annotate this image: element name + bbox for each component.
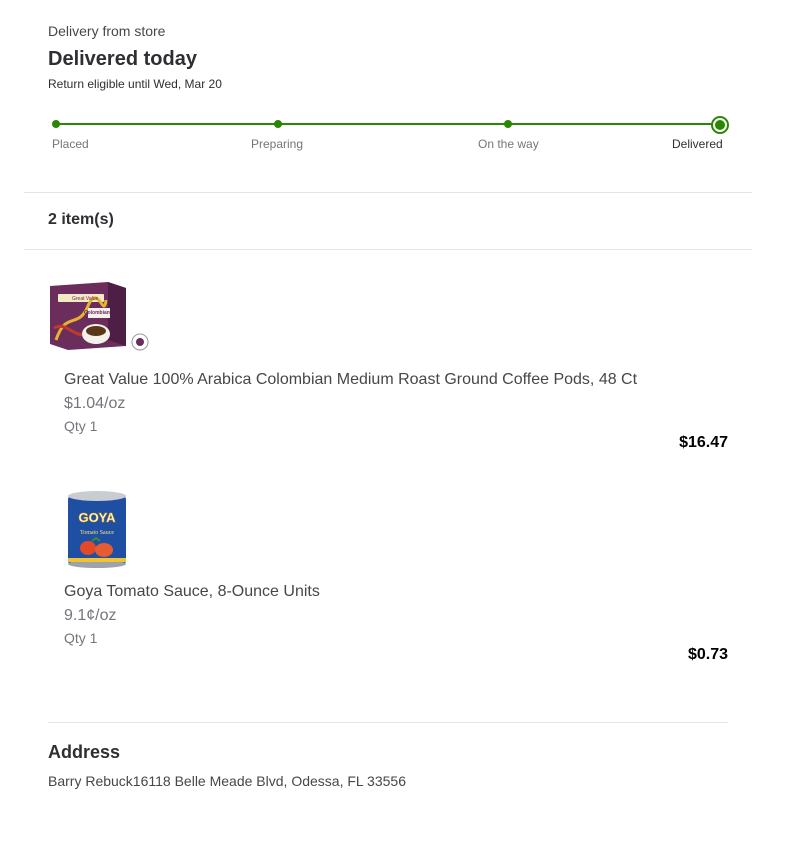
coffee-box-brand-text: Great Value bbox=[72, 296, 99, 302]
coffee-box-product-text: Colombian bbox=[84, 310, 110, 316]
coffee-pods-box-image[interactable]: Great Value Colombian bbox=[48, 280, 149, 360]
coffee-pods-box-image-graphic: Great Value Colombian bbox=[50, 282, 149, 351]
tomato-sauce-can-image-graphic: GOYA Tomato Sauce bbox=[68, 491, 126, 568]
product-name[interactable]: Great Value 100% Arabica Colombian Mediu… bbox=[64, 371, 637, 389]
can-brand-text: GOYA bbox=[78, 510, 116, 525]
product-name[interactable]: Goya Tomato Sauce, 8-Ounce Units bbox=[64, 583, 320, 601]
address-text: Barry Rebuck16118 Belle Meade Blvd, Odes… bbox=[48, 773, 406, 789]
step-dot-on-the-way bbox=[504, 120, 512, 128]
section-divider bbox=[48, 722, 728, 723]
tracker-line bbox=[56, 123, 720, 125]
unit-price: $1.04/oz bbox=[64, 395, 126, 412]
unit-price: 9.1¢/oz bbox=[64, 607, 117, 624]
section-divider bbox=[24, 192, 752, 193]
step-label-preparing: Preparing bbox=[251, 137, 304, 151]
item-price: $0.73 bbox=[687, 646, 728, 663]
step-dot-placed bbox=[52, 120, 60, 128]
can-product-text: Tomato Sauce bbox=[80, 530, 114, 536]
address-heading: Address bbox=[48, 742, 121, 762]
step-dot-preparing bbox=[274, 120, 282, 128]
delivery-source: Delivery from store bbox=[48, 23, 166, 39]
section-divider bbox=[24, 249, 752, 250]
step-label-on-the-way: On the way bbox=[478, 137, 539, 151]
step-label-placed: Placed bbox=[52, 137, 89, 151]
step-dot-delivered bbox=[713, 118, 727, 132]
quantity: Qty 1 bbox=[64, 630, 98, 646]
return-eligibility-note: Return eligible until Wed, Mar 20 bbox=[48, 77, 222, 91]
items-count: 2 item(s) bbox=[48, 211, 114, 228]
quantity: Qty 1 bbox=[64, 418, 98, 434]
order-status-title: Delivered today bbox=[48, 48, 197, 70]
item-price: $16.47 bbox=[679, 434, 728, 451]
tomato-sauce-can-image[interactable]: GOYA Tomato Sauce bbox=[62, 488, 142, 568]
step-label-delivered: Delivered bbox=[672, 137, 723, 151]
